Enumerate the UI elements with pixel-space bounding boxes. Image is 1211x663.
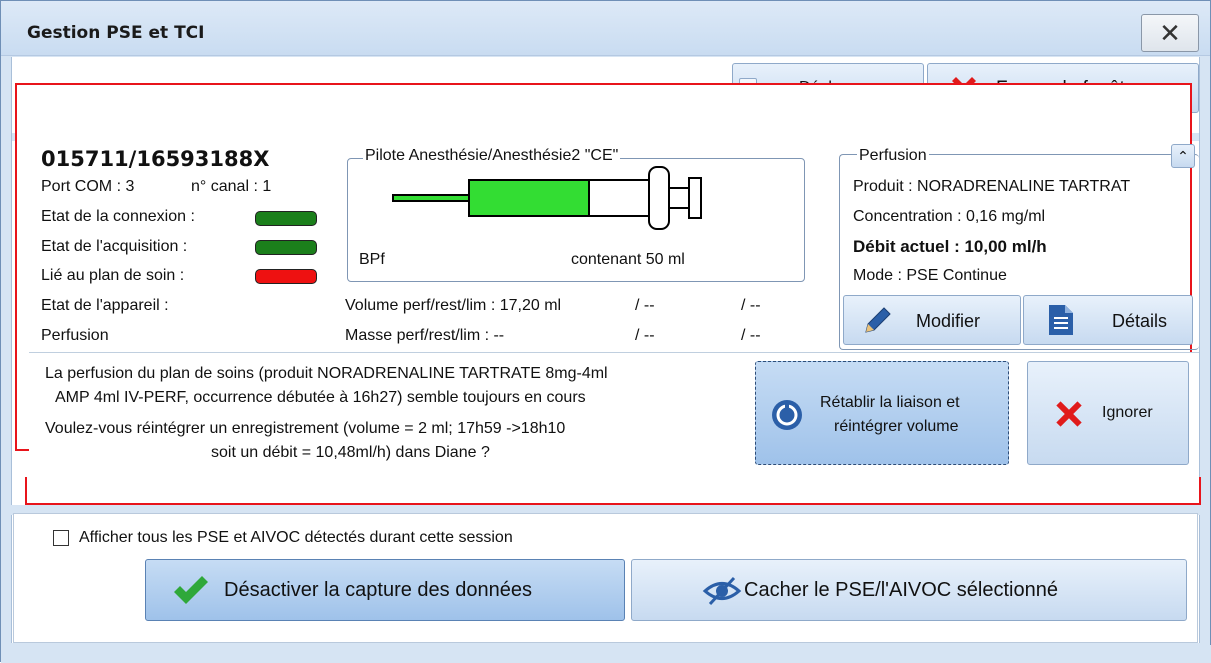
device-serial: 015711/16593188X — [41, 147, 270, 171]
mass-line-lim: / -- — [741, 327, 761, 344]
port-com-label: Port COM : 3 — [41, 178, 135, 195]
perfusion-groupbox-title: Perfusion — [857, 147, 929, 165]
alert-line-4: soit un débit = 10,48ml/h) dans Diane ? — [211, 444, 490, 461]
chevron-up-icon: ⌃ — [1177, 147, 1189, 164]
volume-line-label: Volume perf/rest/lim : 17,20 ml — [345, 297, 562, 314]
mass-line-label: Masse perf/rest/lim : -- — [345, 327, 505, 344]
window-bottom-strip — [1, 645, 1211, 663]
perfusion-produit: Produit : NORADRENALINE TARTRAT — [853, 178, 1131, 195]
volume-line-lim: / -- — [741, 297, 761, 314]
status-label-plan-soin: Lié au plan de soin : — [41, 267, 185, 284]
perfusion-label: Perfusion — [41, 327, 109, 344]
restore-link-label-2: réintégrer volume — [834, 418, 959, 435]
restore-link-button[interactable]: Rétablir la liaison et réintégrer volume — [755, 361, 1009, 465]
volume-line-rest: / -- — [635, 297, 655, 314]
pencil-icon — [865, 307, 891, 333]
close-button[interactable]: ✕ — [1141, 14, 1199, 52]
modify-button[interactable]: Modifier — [843, 295, 1021, 345]
syringe-brand: BPf — [359, 251, 385, 268]
red-x-icon — [1056, 401, 1082, 427]
checkmark-icon — [174, 576, 208, 604]
device-panel-bottom — [25, 477, 1201, 505]
title-bar: Gestion PSE et TCI ✕ — [1, 1, 1210, 56]
show-all-checkbox[interactable] — [53, 530, 69, 546]
disable-capture-button[interactable]: Désactiver la capture des données — [145, 559, 625, 621]
mass-line-rest: / -- — [635, 327, 655, 344]
ignore-label: Ignorer — [1102, 404, 1153, 421]
alert-line-2: AMP 4ml IV-PERF, occurrence débutée à 16… — [55, 389, 586, 406]
close-icon: ✕ — [1159, 17, 1181, 48]
pump-groupbox-title: Pilote Anesthésie/Anesthésie2 "CE" — [363, 147, 621, 165]
details-button[interactable]: Détails — [1023, 295, 1193, 345]
status-led-connexion — [255, 211, 317, 226]
status-led-plan-soin — [255, 269, 317, 284]
syringe-icon — [392, 166, 702, 230]
modify-label: Modifier — [916, 311, 981, 331]
perfusion-mode: Mode : PSE Continue — [853, 267, 1007, 284]
collapse-perfusion-button[interactable]: ⌃ — [1171, 144, 1195, 168]
perfusion-concentration: Concentration : 0,16 mg/ml — [853, 208, 1046, 225]
perfusion-debit: Débit actuel : 10,00 ml/h — [853, 237, 1047, 256]
window-title: Gestion PSE et TCI — [27, 23, 205, 43]
syringe-capacity: contenant 50 ml — [571, 251, 685, 268]
alert-line-3: Voulez-vous réintégrer un enregistrement… — [45, 420, 566, 437]
status-led-acquisition — [255, 240, 317, 255]
hide-selected-label: Cacher le PSE/l'AIVOC sélectionné — [744, 579, 1058, 601]
pse-tci-window: Gestion PSE et TCI ✕ » Déployer Fermer l… — [0, 0, 1211, 663]
status-label-acquisition: Etat de l'acquisition : — [41, 238, 188, 255]
channel-label: n° canal : 1 — [191, 178, 272, 195]
status-label-connexion: Etat de la connexion : — [41, 208, 195, 225]
show-all-label[interactable]: Afficher tous les PSE et AIVOC détectés … — [79, 529, 513, 547]
refresh-icon — [772, 400, 802, 430]
restore-link-label-1: Rétablir la liaison et — [820, 394, 960, 411]
details-label: Détails — [1112, 311, 1168, 331]
disable-capture-label: Désactiver la capture des données — [224, 579, 532, 601]
document-icon — [1049, 305, 1073, 335]
ignore-button[interactable]: Ignorer — [1027, 361, 1189, 465]
device-state-label: Etat de l'appareil : — [41, 297, 169, 314]
hide-selected-button[interactable]: Cacher le PSE/l'AIVOC sélectionné — [631, 559, 1187, 621]
alert-line-1: La perfusion du plan de soins (produit N… — [45, 365, 608, 382]
hidden-eye-icon — [702, 576, 742, 606]
